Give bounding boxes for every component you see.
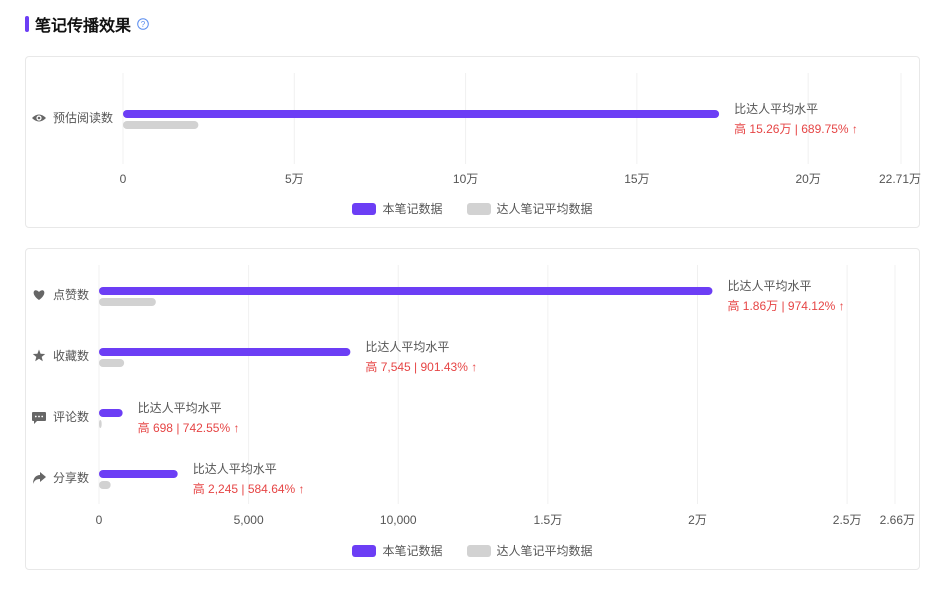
reads-chart-panel: 0 5万 10万 15万 20万 22.71万 预估阅读数 比达人平均水平高 15.26万 |… <box>25 56 921 228</box>
x-tick-label: 22.71万 <box>879 172 921 186</box>
section-header: 笔记传播效果 ? <box>25 13 149 35</box>
legend-label-avg: 达人笔记平均数据 <box>496 544 593 558</box>
annotation-value: 高 2,245 | 584.64% ↑ <box>193 481 305 496</box>
bar-note <box>99 409 123 417</box>
x-tick-label: 0 <box>96 513 103 527</box>
x-tick-label: 10,000 <box>380 513 417 527</box>
x-tick-label: 5,000 <box>234 513 264 527</box>
x-tick-label: 1.5万 <box>534 513 563 527</box>
heart-icon <box>33 290 45 300</box>
legend-swatch-note <box>352 202 377 215</box>
x-tick-label: 0 <box>120 172 127 186</box>
annotation-label: 比达人平均水平 <box>193 462 277 476</box>
help-icon[interactable]: ? <box>137 18 149 30</box>
legend-swatch-avg <box>466 544 491 557</box>
reads-chart: 0 5万 10万 15万 20万 22.71万 预估阅读数 比达人平均水平高 15.26万 |… <box>32 73 921 186</box>
category-label: 评论数 <box>53 409 89 424</box>
legend-label-avg: 达人笔记平均数据 <box>496 202 593 216</box>
category-label: 点赞数 <box>53 287 89 302</box>
category-label: 分享数 <box>53 470 89 485</box>
x-tick-label: 10万 <box>453 172 478 186</box>
bar-note <box>123 110 720 118</box>
category-label: 预估阅读数 <box>53 110 113 125</box>
x-tick-label: 5万 <box>285 172 304 186</box>
annotation-value: 高 15.26万 | 689.75% ↑ <box>734 121 858 136</box>
comment-icon <box>32 412 46 424</box>
chart-legend: 本笔记数据 达人笔记平均数据 <box>26 200 919 217</box>
title-accent-bar <box>25 16 29 32</box>
bar-note <box>99 348 351 356</box>
share-icon <box>33 472 46 484</box>
legend-swatch-avg <box>466 202 491 215</box>
legend-item-note[interactable]: 本笔记数据 <box>352 200 443 217</box>
bar-average <box>99 359 125 367</box>
bar-note <box>99 287 713 295</box>
annotation-value: 高 1.86万 | 974.12% ↑ <box>727 298 844 313</box>
legend-item-avg[interactable]: 达人笔记平均数据 <box>466 200 593 217</box>
bar-average <box>99 420 102 428</box>
legend-item-avg[interactable]: 达人笔记平均数据 <box>466 542 593 559</box>
x-tick-label: 2.5万 <box>833 513 862 527</box>
annotation-value: 高 7,545 | 901.43% ↑ <box>365 359 477 374</box>
x-tick-label: 20万 <box>795 172 820 186</box>
bar-average <box>99 298 156 306</box>
x-tick-label: 2万 <box>688 513 707 527</box>
x-tick-label: 2.66万 <box>880 513 915 527</box>
annotation-label: 比达人平均水平 <box>365 340 449 354</box>
chart-legend: 本笔记数据 达人笔记平均数据 <box>26 542 919 559</box>
bar-average <box>123 121 199 129</box>
legend-label-note: 本笔记数据 <box>382 202 443 216</box>
x-tick-label: 15万 <box>624 172 649 186</box>
category-label: 收藏数 <box>53 348 89 363</box>
svg-text:?: ? <box>141 20 146 29</box>
legend-swatch-note <box>352 544 377 557</box>
bar-average <box>99 481 111 489</box>
annotation-value: 高 698 | 742.55% ↑ <box>138 420 240 435</box>
engagement-chart: 0 5,000 10,000 1.5万 2万 2.5万 2.66万点赞数比达人平均水平高 1… <box>32 265 915 527</box>
annotation-label: 比达人平均水平 <box>734 102 818 116</box>
star-icon <box>32 349 46 362</box>
legend-item-note[interactable]: 本笔记数据 <box>352 542 443 559</box>
annotation-label: 比达人平均水平 <box>727 279 811 293</box>
annotation-label: 比达人平均水平 <box>138 401 222 415</box>
engagement-chart-panel: 0 5,000 10,000 1.5万 2万 2.5万 2.66万 点赞数 比达人平均水平高 1… <box>25 248 920 570</box>
bar-note <box>99 470 178 478</box>
legend-label-note: 本笔记数据 <box>382 544 443 558</box>
eye-icon <box>32 114 46 122</box>
page-title: 笔记传播效果 <box>35 18 132 35</box>
